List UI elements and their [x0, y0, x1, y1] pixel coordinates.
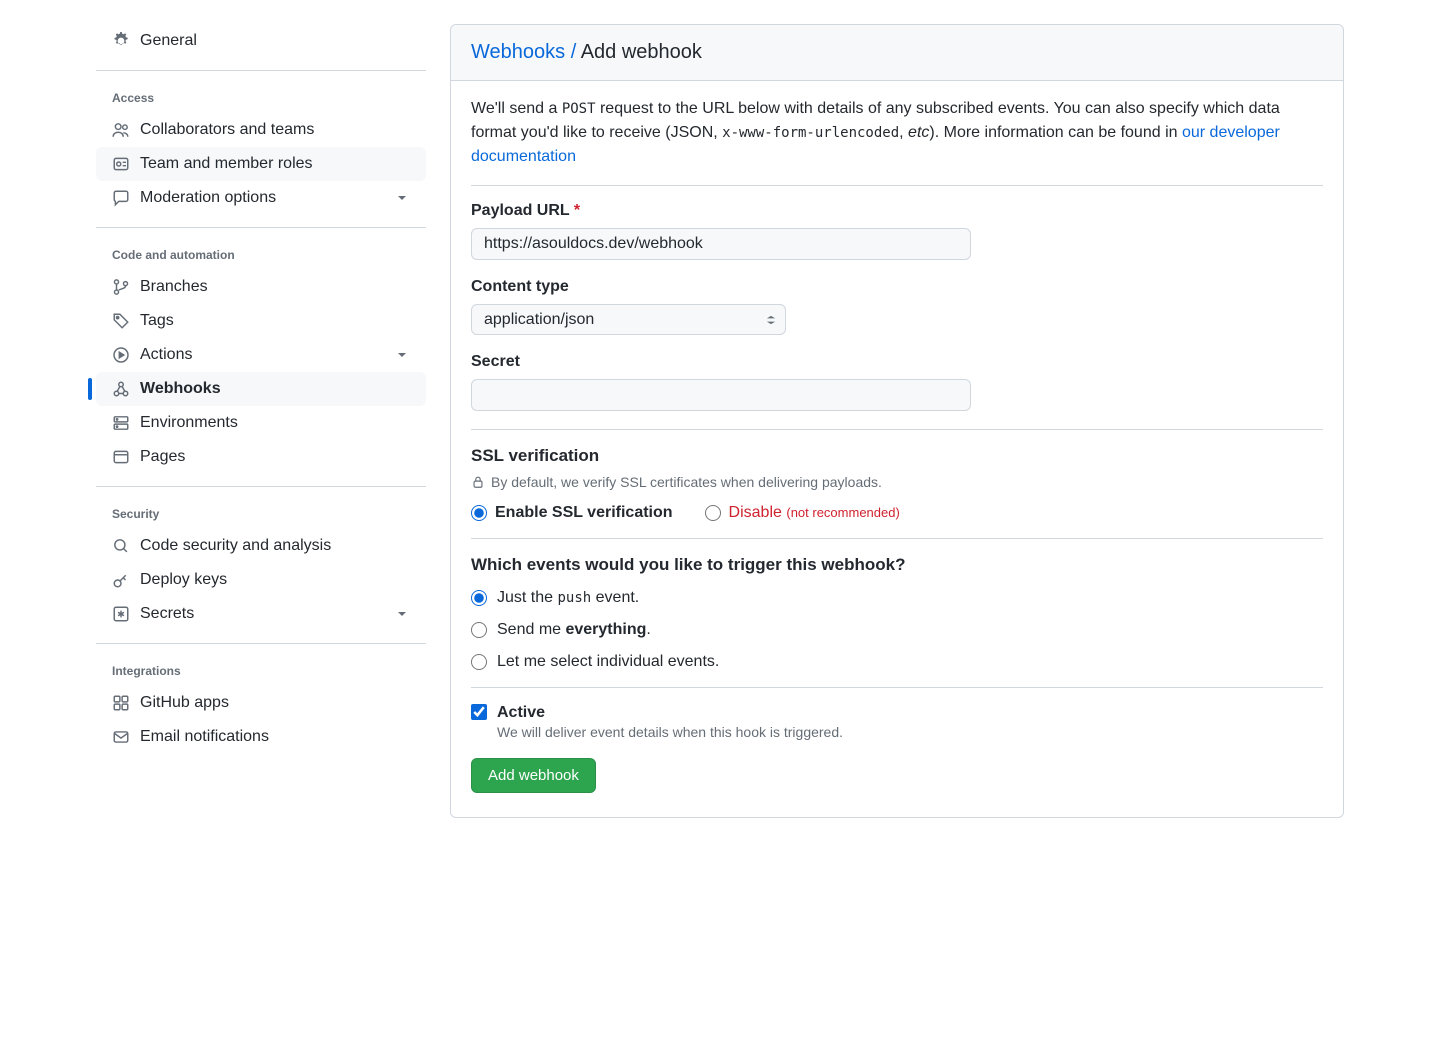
required-asterisk: * [574, 202, 580, 219]
divider [471, 687, 1323, 688]
browser-icon [112, 448, 130, 466]
sidebar-item-label: Environments [140, 414, 238, 432]
sidebar-item-branches[interactable]: Branches [96, 270, 426, 304]
payload-url-field: Payload URL * [471, 202, 1323, 260]
webhook-panel: Webhooks / Add webhook We'll send a POST… [450, 24, 1344, 818]
breadcrumb-current: Add webhook [581, 41, 702, 63]
sidebar-item-label: Secrets [140, 605, 194, 623]
sidebar-item-label: Pages [140, 448, 185, 466]
add-webhook-button[interactable]: Add webhook [471, 758, 596, 793]
chevron-down-icon [394, 606, 410, 622]
sidebar-item-label: Email notifications [140, 728, 269, 746]
sidebar-item-webhooks[interactable]: Webhooks [96, 372, 426, 406]
sidebar-item-collaborators[interactable]: Collaborators and teams [96, 113, 426, 147]
breadcrumb-separator: / [565, 41, 581, 63]
payload-url-input[interactable] [471, 228, 971, 260]
people-icon [112, 121, 130, 139]
sidebar-item-code-security[interactable]: Code security and analysis [96, 529, 426, 563]
sidebar-item-actions[interactable]: Actions [96, 338, 426, 372]
sidebar-heading-access: Access [96, 83, 426, 113]
sidebar-item-deploy-keys[interactable]: Deploy keys [96, 563, 426, 597]
sidebar-item-label: Moderation options [140, 189, 276, 207]
webhook-icon [112, 380, 130, 398]
sidebar-item-moderation[interactable]: Moderation options [96, 181, 426, 215]
sidebar-item-label: GitHub apps [140, 694, 229, 712]
content-type-label: Content type [471, 278, 1323, 296]
sidebar-item-general[interactable]: General [96, 24, 426, 58]
sidebar-item-tags[interactable]: Tags [96, 304, 426, 338]
active-field: Active We will deliver event details whe… [471, 704, 1323, 740]
sidebar-item-environments[interactable]: Environments [96, 406, 426, 440]
server-icon [112, 414, 130, 432]
secret-label: Secret [471, 353, 1323, 371]
sidebar-heading-security: Security [96, 499, 426, 529]
sidebar-item-label: General [140, 32, 197, 50]
sidebar-item-label: Collaborators and teams [140, 121, 314, 139]
content-type-select[interactable]: application/json [471, 304, 786, 335]
sidebar-heading-integrations: Integrations [96, 656, 426, 686]
ssl-enable-label: Enable SSL verification [495, 504, 673, 522]
divider [471, 538, 1323, 539]
panel-breadcrumb: Webhooks / Add webhook [451, 25, 1343, 81]
sidebar-heading-code: Code and automation [96, 240, 426, 270]
sidebar-item-team-roles[interactable]: Team and member roles [96, 147, 426, 181]
divider [471, 429, 1323, 430]
ssl-verification-title: SSL verification [471, 446, 1323, 466]
sidebar-item-pages[interactable]: Pages [96, 440, 426, 474]
secret-input[interactable] [471, 379, 971, 411]
sidebar-item-label: Branches [140, 278, 208, 296]
ssl-radio-group: Enable SSL verification Disable (not rec… [471, 504, 1323, 522]
tag-icon [112, 312, 130, 330]
id-badge-icon [112, 155, 130, 173]
chevron-down-icon [394, 347, 410, 363]
shield-search-icon [112, 537, 130, 555]
key-icon [112, 571, 130, 589]
ssl-note: By default, we verify SSL certificates w… [471, 474, 1323, 490]
intro-text: We'll send a POST request to the URL bel… [471, 97, 1323, 169]
chevron-down-icon [394, 190, 410, 206]
play-circle-icon [112, 346, 130, 364]
secret-field: Secret [471, 353, 1323, 411]
comment-icon [112, 189, 130, 207]
git-branch-icon [112, 278, 130, 296]
apps-icon [112, 694, 130, 712]
sidebar-item-label: Actions [140, 346, 192, 364]
content-type-field: Content type application/json [471, 278, 1323, 335]
sidebar-item-label: Deploy keys [140, 571, 227, 589]
sidebar-item-email-notifications[interactable]: Email notifications [96, 720, 426, 754]
ssl-enable-radio[interactable] [471, 505, 487, 521]
main-content: Webhooks / Add webhook We'll send a POST… [450, 24, 1344, 818]
payload-url-label: Payload URL * [471, 202, 1323, 220]
sidebar-item-label: Tags [140, 312, 174, 330]
event-push-radio[interactable] [471, 590, 487, 606]
event-everything-radio[interactable] [471, 622, 487, 638]
lock-icon [471, 475, 485, 489]
asterisk-square-icon [112, 605, 130, 623]
settings-sidebar: General Access Collaborators and teams T… [96, 24, 426, 818]
active-label: Active [497, 704, 843, 722]
active-description: We will deliver event details when this … [497, 724, 843, 740]
events-radio-group: Just the push event. Send me everything.… [471, 589, 1323, 671]
sidebar-item-label: Team and member roles [140, 155, 313, 173]
sidebar-item-secrets[interactable]: Secrets [96, 597, 426, 631]
gear-icon [112, 32, 130, 50]
sidebar-item-label: Webhooks [140, 380, 221, 398]
sidebar-item-github-apps[interactable]: GitHub apps [96, 686, 426, 720]
divider [471, 185, 1323, 186]
event-push-label: Just the push event. [497, 589, 639, 607]
event-select-label: Let me select individual events. [497, 653, 719, 671]
active-checkbox[interactable] [471, 704, 487, 720]
event-everything-label: Send me everything. [497, 621, 651, 639]
ssl-disable-label: Disable (not recommended) [729, 504, 900, 522]
sidebar-item-label: Code security and analysis [140, 537, 331, 555]
ssl-disable-radio[interactable] [705, 505, 721, 521]
mail-icon [112, 728, 130, 746]
event-select-radio[interactable] [471, 654, 487, 670]
events-title: Which events would you like to trigger t… [471, 555, 1323, 575]
breadcrumb-webhooks-link[interactable]: Webhooks [471, 41, 565, 63]
